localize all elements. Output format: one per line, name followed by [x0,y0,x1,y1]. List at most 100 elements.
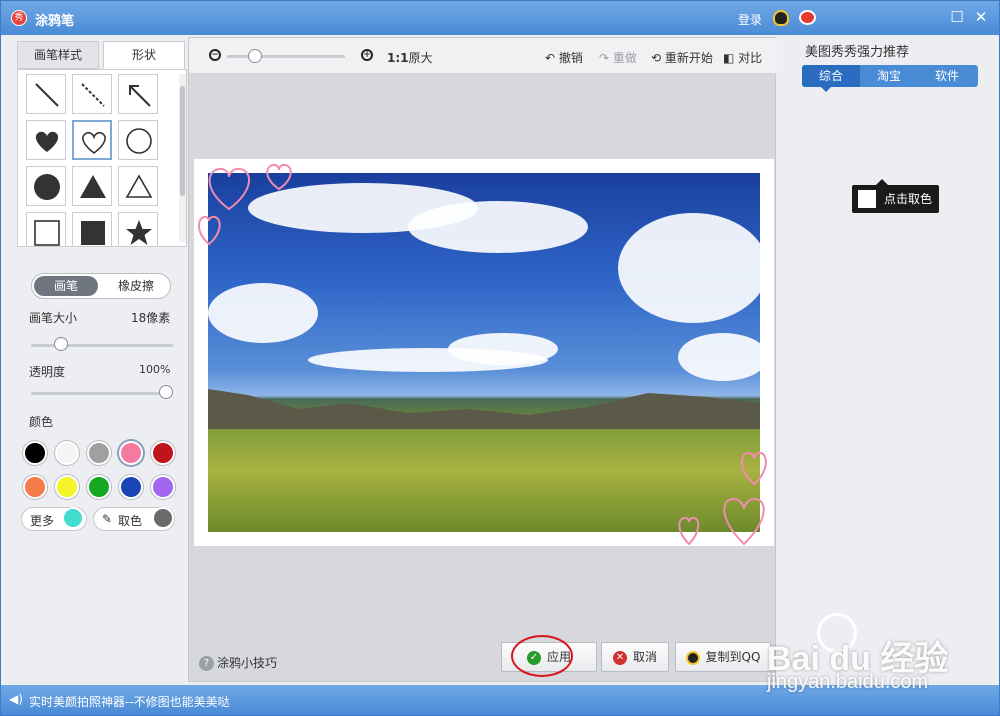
zoom-knob[interactable] [247,49,262,63]
shape-square-filled[interactable] [72,212,112,246]
brush-size-knob[interactable] [54,337,69,351]
canvas-toolbar: − + 1:1原大 ↶ 撤销 ↷ 重做 ⟲ 重新开始 ◧ 对比 [189,38,777,74]
shape-circle-outline[interactable] [118,120,158,160]
shape-scrollbar[interactable] [179,74,186,242]
color-swatch[interactable] [87,475,111,499]
eyedropper-button[interactable]: ✎ 取色 [93,507,175,531]
triangle-filled-icon [80,175,106,198]
qq-penguin-icon [685,650,700,665]
opacity-label: 透明度 [29,365,66,379]
arrow-icon [129,85,151,107]
shape-line[interactable] [26,74,66,114]
redo-icon: ↷ [599,51,610,65]
dashed-line-icon [81,83,105,107]
app-title: 涂鸦笔 [35,14,75,29]
eraser-mode-button[interactable]: 橡皮擦 [104,276,168,296]
watermark-url: jingyan.baidu.com [767,671,929,693]
compare-label: 对比 [738,51,763,65]
baidu-watermark: Bai du 经验 jingyan.baidu.com [767,605,997,705]
close-button[interactable]: ✕ [973,9,989,25]
undo-label: 撤销 [558,51,583,65]
color-swatch[interactable] [119,475,143,499]
opacity-slider[interactable] [31,392,173,395]
brush-size-slider[interactable] [31,344,173,347]
redo-label: 重做 [612,51,637,65]
square-outline-icon [34,220,60,246]
picked-color-box [858,190,876,208]
login-link[interactable]: 登录 [738,11,762,28]
recommend-title: 美图秀秀强力推荐 [805,45,910,60]
brush-eraser-toggle: 画笔 橡皮擦 [31,273,171,299]
color-swatch[interactable] [23,441,47,465]
brush-tabs: 画笔样式 形状 [17,41,187,69]
eyedropper-icon: ✎ [102,512,113,526]
color-swatch[interactable] [23,475,47,499]
shape-dashed-line[interactable] [72,74,112,114]
app-window: 秀 涂鸦笔 登录 ☐ ✕ 画笔样式 形状 画笔 橡皮擦 画笔大小 18像素 透明… [0,0,1000,716]
zoom-out-icon[interactable]: − [209,49,221,61]
color-swatch[interactable] [151,475,175,499]
tab-brush-style[interactable]: 画笔样式 [17,41,99,69]
color-swatch[interactable] [119,441,143,465]
copy-to-qq-button[interactable]: 复制到QQ [675,642,771,672]
line-icon [35,83,59,107]
shape-heart-outline[interactable] [72,120,112,160]
highlight-circle [511,635,573,677]
more-color-swatch [62,507,84,529]
undo-button[interactable]: ↶ 撤销 [545,49,583,66]
color-swatch[interactable] [55,441,79,465]
qq-icon[interactable] [773,10,789,26]
brush-mode-button[interactable]: 画笔 [34,276,98,296]
color-swatch[interactable] [87,441,111,465]
photo-canvas[interactable] [194,159,774,546]
title-bar: 秀 涂鸦笔 登录 ☐ ✕ [1,1,999,35]
shape-triangle-filled[interactable] [72,166,112,206]
scroll-thumb[interactable] [180,86,185,196]
zoom-in-icon[interactable]: + [361,49,373,61]
tab-pointer [821,87,831,92]
pick-color-tooltip: 点击取色 [852,179,939,213]
shape-star[interactable] [118,212,158,246]
weibo-icon[interactable] [799,10,816,25]
picked-color-swatch [152,507,174,529]
color-swatch[interactable] [151,441,175,465]
square-filled-icon [81,221,105,245]
shape-square-outline[interactable] [26,212,66,246]
zoom-ratio[interactable]: 1:1原大 [387,49,433,66]
tab-shape[interactable]: 形状 [103,41,185,69]
opacity-knob[interactable] [159,385,173,399]
canvas-area: − + 1:1原大 ↶ 撤销 ↷ 重做 ⟲ 重新开始 ◧ 对比 ? 涂鸦小技巧 … [188,37,777,682]
more-colors-button[interactable]: 更多 [21,507,87,531]
right-panel: 美图秀秀强力推荐 综合 淘宝 软件 点击取色 [777,37,999,682]
shape-triangle-outline[interactable] [118,166,158,206]
shape-heart-filled[interactable] [26,120,66,160]
zoom-slider[interactable] [227,55,345,58]
color-swatch[interactable] [55,475,79,499]
pick-color-label: 点击取色 [884,192,933,206]
shape-grid [17,69,187,247]
app-logo-icon: 秀 [11,10,27,26]
recommend-tabs: 综合 淘宝 软件 [802,65,978,87]
copy-qq-label: 复制到QQ [705,650,761,664]
shape-circle-filled[interactable] [26,166,66,206]
help-icon: ? [199,656,214,671]
star-icon [126,220,152,245]
zoom-ratio-value: 1:1 [387,51,409,65]
heart-filled-icon [35,131,59,152]
opacity-value: 100% [139,363,171,376]
cancel-label: 取消 [632,650,657,664]
redo-button[interactable]: ↷ 重做 [599,49,637,66]
restart-button[interactable]: ⟲ 重新开始 [651,49,713,66]
restart-icon: ⟲ [651,51,662,65]
status-text[interactable]: 实时美颜拍照神器--不修图也能美美哒 [29,693,230,710]
tab-taobao[interactable]: 淘宝 [860,65,918,87]
compare-button[interactable]: ◧ 对比 [723,49,762,66]
cancel-icon: ✕ [612,650,627,665]
maximize-button[interactable]: ☐ [949,9,965,25]
doodle-tips-link[interactable]: ? 涂鸦小技巧 [199,654,277,671]
shape-arrow[interactable] [118,74,158,114]
tab-software[interactable]: 软件 [918,65,976,87]
cancel-button[interactable]: ✕ 取消 [601,642,669,672]
tab-general[interactable]: 综合 [802,65,860,87]
more-colors-label: 更多 [30,514,55,528]
